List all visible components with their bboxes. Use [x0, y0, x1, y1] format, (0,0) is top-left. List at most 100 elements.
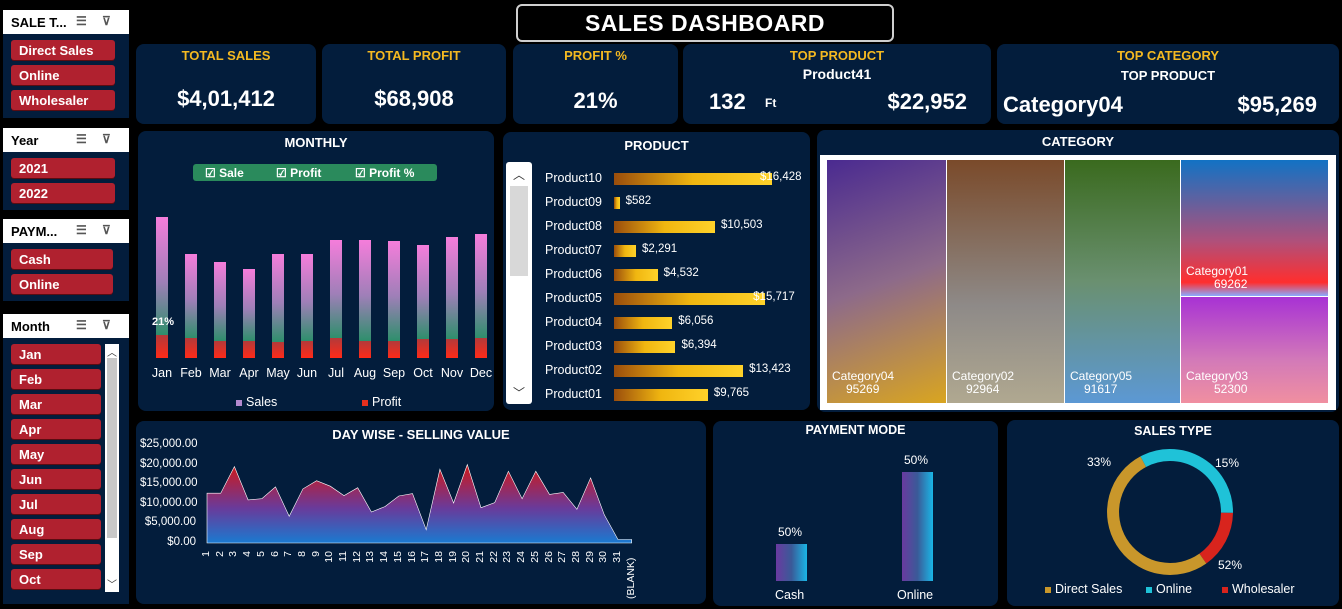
slicer-item-direct-sales[interactable]: Direct Sales	[11, 40, 115, 60]
kpi-total-profit-value: $68,908	[374, 86, 454, 111]
scroll-up-icon[interactable]: ︿	[107, 344, 117, 359]
bar-sales	[185, 253, 197, 338]
product-value-label: $6,056	[678, 315, 714, 327]
clear-filter-icon[interactable]: ⊽	[102, 223, 111, 237]
product-bar	[614, 269, 658, 281]
treemap-tile[interactable]: Category01 69262	[1181, 160, 1329, 297]
bar-profit	[185, 337, 197, 358]
bar-sales	[330, 239, 342, 338]
y-tick-label: $0.00	[167, 536, 196, 548]
year-slicer-title: Year	[11, 132, 39, 148]
sale-type-slicer-title: SALE T...	[11, 14, 67, 30]
x-tick-label: 23	[501, 551, 514, 563]
toggle-profit[interactable]: ☑ Profit	[276, 166, 321, 180]
product-bar	[614, 317, 673, 329]
product-row: Product08 $10,503	[503, 217, 803, 235]
toggle-sale[interactable]: ☑ Sale	[205, 166, 244, 180]
kpi-top-product-value: $22,952	[887, 89, 967, 114]
legend-sales-label: Sales	[246, 395, 278, 409]
slicer-item-may[interactable]: May	[11, 444, 101, 464]
slicer-item-online[interactable]: Online	[11, 65, 115, 85]
treemap-tile[interactable]: Category03 52300	[1181, 297, 1329, 404]
bar-sales	[417, 245, 429, 340]
x-tick-label: 22	[487, 551, 500, 563]
clear-filter-icon[interactable]: ⊽	[102, 14, 111, 28]
slicer-item-feb[interactable]: Feb	[11, 369, 101, 389]
product-label: Product06	[545, 267, 602, 281]
slicer-item-wholesaler[interactable]: Wholesaler	[11, 90, 115, 110]
monthly-pct-annotation: 21%	[152, 316, 175, 328]
slicer-item-oct[interactable]: Oct	[11, 569, 101, 589]
product-value-label: $9,765	[713, 387, 750, 399]
kpi-profit-percent-value: 21%	[573, 88, 618, 113]
treemap-value-label: 95269	[846, 382, 880, 396]
toggle-profit-pct[interactable]: ☑ Profit %	[355, 166, 414, 180]
slicer-item-aug[interactable]: Aug	[11, 519, 101, 539]
y-tick-label: $5,000.00	[144, 516, 196, 529]
treemap-value-label: 91617	[1084, 382, 1118, 396]
donut-slice[interactable]	[1199, 512, 1233, 564]
payment-bar	[776, 544, 807, 581]
slicer-item-sep[interactable]: Sep	[11, 544, 101, 564]
month-axis-label: Jun	[296, 366, 318, 380]
sale-type-slicer: SALE T... ☰ ⊽ Direct Sales Online Wholes…	[3, 10, 129, 118]
slicer-item-jul[interactable]: Jul	[11, 494, 101, 514]
kpi-top-category: TOP CATEGORY TOP PRODUCT Category04 $95,…	[997, 44, 1339, 124]
product-value-label: $15,717	[753, 291, 795, 303]
slicer-item-jan[interactable]: Jan	[11, 344, 101, 364]
daywise-chart-title: DAY WISE - SELLING VALUE	[332, 427, 510, 442]
bar-sales	[446, 236, 458, 340]
donut-slice[interactable]	[1107, 456, 1207, 575]
scroll-down-icon[interactable]: ﹀	[107, 576, 117, 591]
year-slicer: Year ☰ ⊽ 2021 2022	[3, 128, 129, 210]
slicer-item-online[interactable]: Online	[11, 274, 113, 294]
multi-select-icon[interactable]: ☰	[76, 318, 87, 332]
bar-profit	[214, 340, 226, 358]
clear-filter-icon[interactable]: ⊽	[102, 318, 111, 332]
product-label: Product05	[545, 291, 602, 305]
x-tick-label: 17	[419, 551, 432, 563]
product-row: Product10 $16,428	[503, 169, 803, 187]
legend-online-label: Online	[1156, 582, 1193, 596]
slicer-item-mar[interactable]: Mar	[11, 394, 101, 414]
bar-profit	[156, 334, 168, 358]
month-axis-label: Dec	[469, 366, 493, 380]
x-tick-label: 31	[611, 551, 623, 563]
month-slicer-header: Month ☰ ⊽	[3, 314, 129, 338]
scroll-thumb[interactable]	[107, 358, 117, 538]
x-tick-label: 25	[528, 551, 541, 563]
kpi-total-profit: TOTAL PROFIT $68,908	[322, 44, 506, 124]
product-chart-title: PRODUCT	[624, 138, 689, 153]
legend-profit-label: Profit	[372, 395, 402, 409]
slicer-item-2021[interactable]: 2021	[11, 158, 115, 178]
bar-profit	[301, 340, 313, 358]
treemap-tile[interactable]: Category02 92964	[947, 160, 1065, 404]
treemap-tile[interactable]: Category04 95269	[827, 160, 947, 404]
slicer-item-2022[interactable]: 2022	[11, 183, 115, 203]
bar-profit	[272, 342, 284, 358]
x-tick-label: (BLANK)	[624, 557, 637, 599]
kpi-top-category-sub: TOP PRODUCT	[1120, 68, 1216, 83]
product-bar	[614, 293, 766, 305]
product-label: Product09	[545, 195, 602, 209]
bar-profit	[243, 340, 255, 358]
payment-slicer: PAYM... ☰ ⊽ Cash Online	[3, 219, 129, 301]
legend-wholesaler: Wholesaler	[1222, 582, 1295, 596]
clear-filter-icon[interactable]: ⊽	[102, 132, 111, 146]
product-value-label: $4,532	[663, 267, 699, 279]
slicer-item-cash[interactable]: Cash	[11, 249, 113, 269]
legend-direct-sales: Direct Sales	[1045, 582, 1122, 596]
kpi-top-category-label: TOP CATEGORY	[1116, 48, 1220, 63]
treemap-tile[interactable]: Category05 91617	[1065, 160, 1181, 404]
month-axis-label: Jul	[328, 366, 344, 380]
multi-select-icon[interactable]: ☰	[76, 223, 87, 237]
kpi-profit-percent-label: PROFIT %	[564, 48, 627, 63]
product-label: Product10	[545, 171, 602, 185]
slicer-item-jun[interactable]: Jun	[11, 469, 101, 489]
slicer-scrollbar[interactable]: ︿ ﹀	[105, 344, 119, 592]
product-row: Product07 $2,291	[503, 241, 803, 259]
multi-select-icon[interactable]: ☰	[76, 14, 87, 28]
multi-select-icon[interactable]: ☰	[76, 132, 87, 146]
kpi-top-category-name: Category04	[1003, 92, 1123, 117]
slicer-item-apr[interactable]: Apr	[11, 419, 101, 439]
